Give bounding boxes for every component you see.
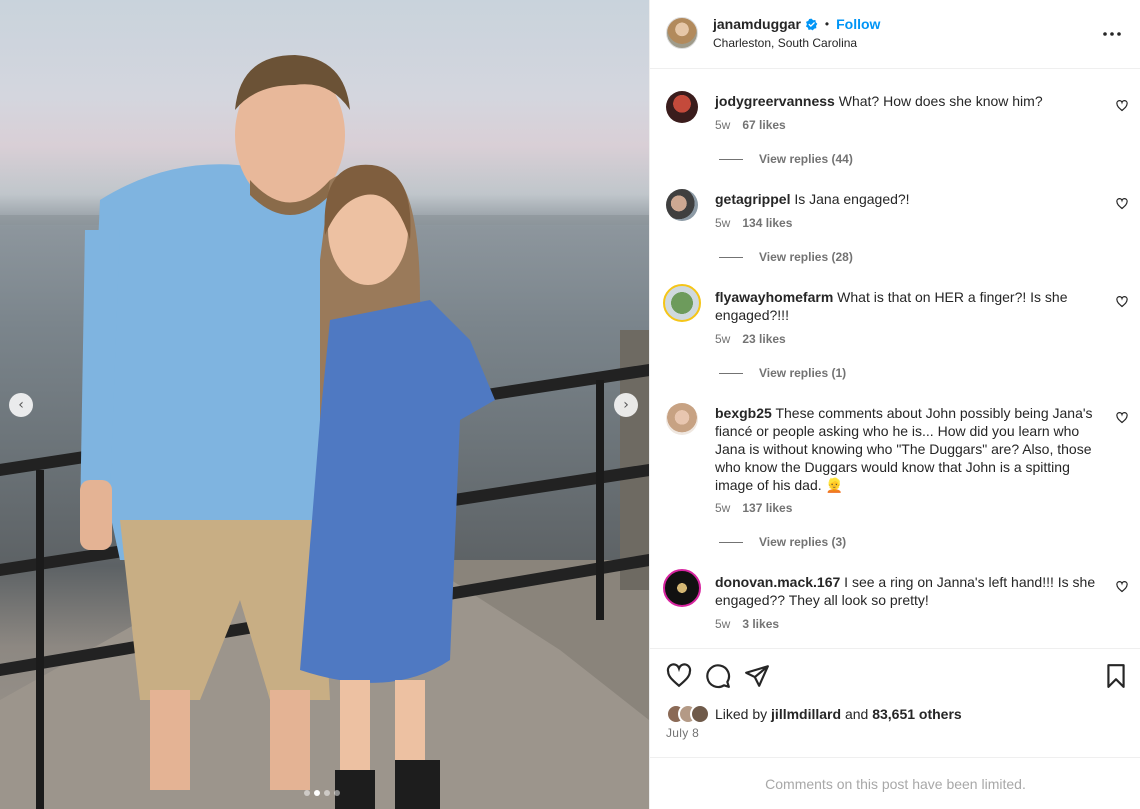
comment-icon[interactable] [705,663,731,689]
separator-dot: • [824,17,830,31]
liked-by-and: and [844,706,869,722]
comments-list[interactable]: jodygreervanness What? How does she know… [650,70,1140,648]
comment-text-block: donovan.mack.167 I see a ring on Janna's… [715,573,1105,609]
likes-count[interactable]: 83,651 others [872,706,962,722]
replies-divider [719,372,743,374]
liked-by-label: Liked by [715,706,768,722]
comment-meta: 5w 23 likes [715,332,786,346]
author-avatar[interactable] [666,17,698,49]
commenter-username[interactable]: getagrippel [715,191,790,207]
likes-summary: Liked by jillmdillard and 83,651 others [666,704,962,724]
comment-time[interactable]: 5w [715,216,730,230]
comment-like-heart-icon[interactable] [1116,198,1128,210]
comment-text-block: flyawayhomefarm What is that on HER a fi… [715,288,1105,324]
comment-meta: 5w 134 likes [715,216,792,230]
comment-text: These comments about John possibly being… [715,405,1093,493]
commenter-avatar[interactable] [663,569,701,607]
commenter-username[interactable]: bexgb25 [715,405,772,421]
author-username[interactable]: janamduggar [713,16,801,32]
post-header: janamduggar • Follow Charleston, South C… [650,0,1140,69]
comment-likes[interactable]: 134 likes [742,216,792,230]
comment-like-heart-icon[interactable] [1116,100,1128,112]
replies-divider [719,541,743,543]
more-options-icon[interactable] [1102,24,1122,44]
commenter-username[interactable]: jodygreervanness [715,93,835,109]
comment-like-heart-icon[interactable] [1116,581,1128,593]
carousel-dot [334,790,340,796]
heart-icon[interactable] [666,663,692,689]
comment-likes[interactable]: 137 likes [742,501,792,515]
post-actions: Liked by jillmdillard and 83,651 others … [650,648,1140,758]
comment-text: What? How does she know him? [838,93,1043,109]
comment-text: Is Jana engaged?! [794,191,910,207]
carousel-dot [324,790,330,796]
view-replies-button[interactable]: View replies (28) [719,250,853,264]
view-replies-button[interactable]: View replies (3) [719,535,846,549]
view-replies-button[interactable]: View replies (1) [719,366,846,380]
verified-badge-icon [805,18,818,30]
comment-likes[interactable]: 3 likes [742,617,779,631]
commenter-username[interactable]: flyawayhomefarm [715,289,833,305]
carousel-dot [304,790,310,796]
comment-text-block: jodygreervanness What? How does she know… [715,92,1105,110]
commenter-avatar[interactable] [666,91,698,123]
view-replies-button[interactable]: View replies (44) [719,152,853,166]
comment-time[interactable]: 5w [715,332,730,346]
comment-like-heart-icon[interactable] [1116,412,1128,424]
chevron-right-icon: › [623,397,629,413]
comment-text-block: getagrippel Is Jana engaged?! [715,190,1105,208]
comment-like-heart-icon[interactable] [1116,296,1128,308]
post-side-panel: janamduggar • Follow Charleston, South C… [649,0,1140,809]
follow-button[interactable]: Follow [836,16,880,32]
likes-summary-text: Liked by jillmdillard and 83,651 others [715,706,962,722]
comment-likes[interactable]: 23 likes [742,332,785,346]
comment-text-block: bexgb25 These comments about John possib… [715,404,1105,494]
view-replies-label: View replies (44) [759,152,853,166]
commenter-avatar[interactable] [666,189,698,221]
carousel-indicator [304,790,340,796]
post-date[interactable]: July 8 [666,726,699,740]
commenter-username[interactable]: donovan.mack.167 [715,574,840,590]
author-row: janamduggar • Follow [713,16,880,32]
carousel-dot [314,790,320,796]
next-photo-button[interactable]: › [614,393,638,417]
view-replies-label: View replies (1) [759,366,847,380]
view-replies-label: View replies (3) [759,535,847,549]
post-location[interactable]: Charleston, South Carolina [713,36,857,50]
replies-divider [719,158,743,160]
comments-limited-notice: Comments on this post have been limited. [650,757,1140,809]
comment-meta: 5w 3 likes [715,617,779,631]
photo-illustration [0,55,649,809]
chevron-left-icon: ‹ [18,397,24,413]
previous-photo-button[interactable]: ‹ [9,393,33,417]
bookmark-icon[interactable] [1103,663,1129,689]
comment-likes[interactable]: 67 likes [742,118,785,132]
send-icon[interactable] [744,663,770,689]
liked-by-user[interactable]: jillmdillard [771,706,841,722]
commenter-avatar[interactable] [666,403,698,435]
commenter-avatar[interactable] [663,284,701,322]
liker-avatar [690,704,710,724]
comment-meta: 5w 137 likes [715,501,792,515]
comment-time[interactable]: 5w [715,501,730,515]
comment-time[interactable]: 5w [715,118,730,132]
view-replies-label: View replies (28) [759,250,853,264]
replies-divider [719,256,743,258]
comment-time[interactable]: 5w [715,617,730,631]
comment-meta: 5w 67 likes [715,118,786,132]
post-photo[interactable]: ‹ › [0,0,649,809]
